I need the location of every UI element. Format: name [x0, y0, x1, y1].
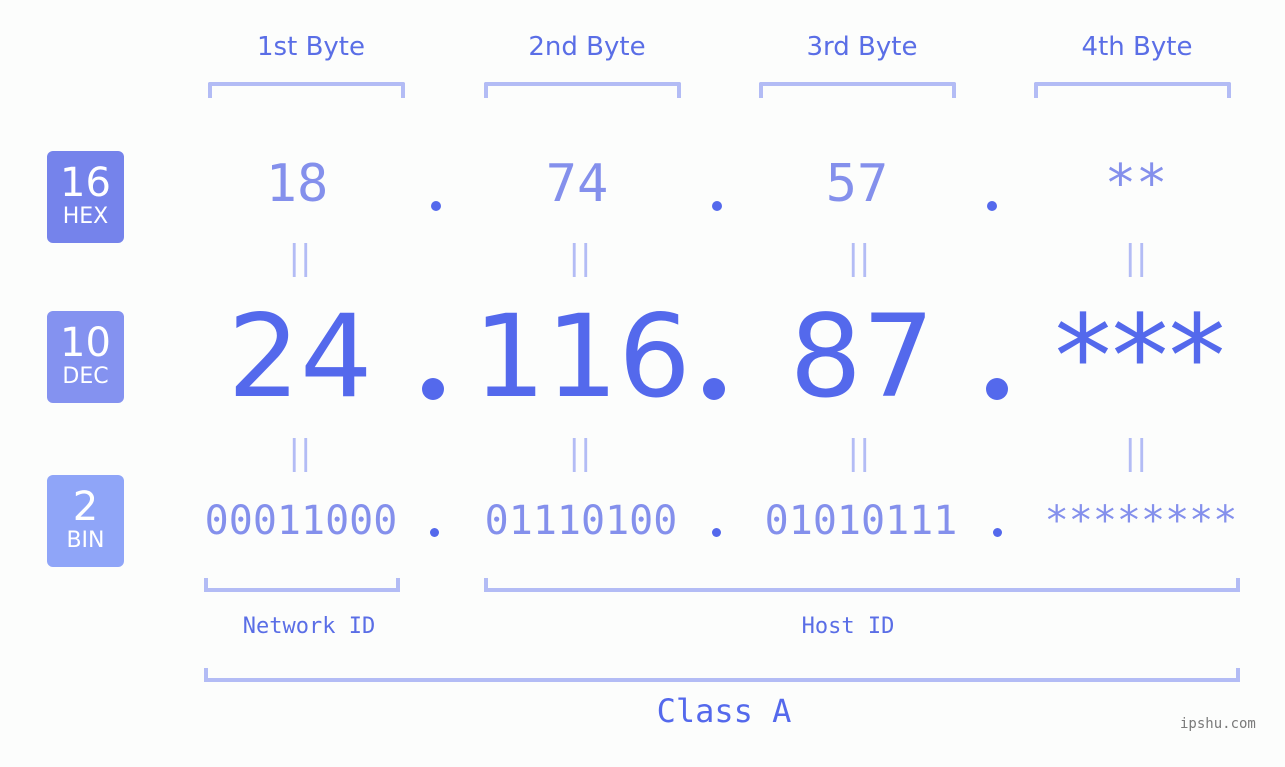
equals-dec-bin-4: || [1124, 433, 1148, 473]
bin-octet-1: 00011000 [204, 498, 398, 544]
hex-octet-2: 74 [545, 154, 609, 214]
dec-octet-4: *** [1054, 290, 1226, 423]
host-id-bracket [484, 578, 1240, 592]
equals-hex-dec-3: || [847, 238, 871, 278]
equals-dec-bin-2: || [568, 433, 592, 473]
network-id-label: Network ID [242, 614, 376, 639]
hex-badge: 16 HEX [47, 151, 124, 243]
dec-badge: 10 DEC [47, 311, 124, 403]
equals-dec-bin-3: || [847, 433, 871, 473]
bin-badge-label: BIN [66, 528, 105, 553]
equals-dec-bin-1: || [288, 433, 312, 473]
byte-bracket-3 [759, 82, 956, 98]
bin-octet-4: ******** [1044, 498, 1238, 544]
hex-octet-1: 18 [265, 154, 329, 214]
dec-badge-label: DEC [62, 364, 109, 389]
equals-hex-dec-4: || [1124, 238, 1148, 278]
hex-separator-3 [987, 201, 997, 211]
byte-bracket-4 [1034, 82, 1231, 98]
byte-bracket-1 [208, 82, 405, 98]
byte-header-2: 2nd Byte [528, 32, 646, 62]
equals-hex-dec-1: || [288, 238, 312, 278]
network-id-bracket [204, 578, 400, 592]
bin-octet-2: 01110100 [484, 498, 678, 544]
dec-octet-3: 87 [789, 290, 935, 423]
hex-octet-3: 57 [825, 154, 889, 214]
bin-separator-3 [993, 528, 1002, 537]
dec-separator-2 [703, 378, 725, 400]
bin-badge: 2 BIN [47, 475, 124, 567]
equals-hex-dec-2: || [568, 238, 592, 278]
byte-header-4: 4th Byte [1081, 32, 1193, 62]
byte-header-3: 3rd Byte [806, 32, 918, 62]
hex-badge-label: HEX [62, 204, 109, 229]
dec-separator-3 [986, 378, 1008, 400]
dec-separator-1 [422, 378, 444, 400]
byte-bracket-2 [484, 82, 681, 98]
dec-octet-1: 24 [227, 290, 373, 423]
bin-base: 2 [72, 484, 99, 530]
dec-octet-2: 116 [473, 290, 691, 423]
hex-octet-4: ** [1104, 154, 1168, 214]
host-id-label: Host ID [801, 614, 895, 639]
bin-separator-1 [430, 528, 439, 537]
bin-octet-3: 01010111 [764, 498, 958, 544]
byte-header-1: 1st Byte [257, 32, 365, 62]
bin-separator-2 [712, 528, 721, 537]
class-bracket [204, 668, 1240, 682]
dec-base: 10 [60, 320, 111, 366]
ip-class-label: Class A [656, 692, 792, 730]
hex-separator-2 [712, 201, 722, 211]
hex-base: 16 [60, 160, 111, 206]
hex-separator-1 [431, 201, 441, 211]
watermark: ipshu.com [1180, 716, 1256, 732]
